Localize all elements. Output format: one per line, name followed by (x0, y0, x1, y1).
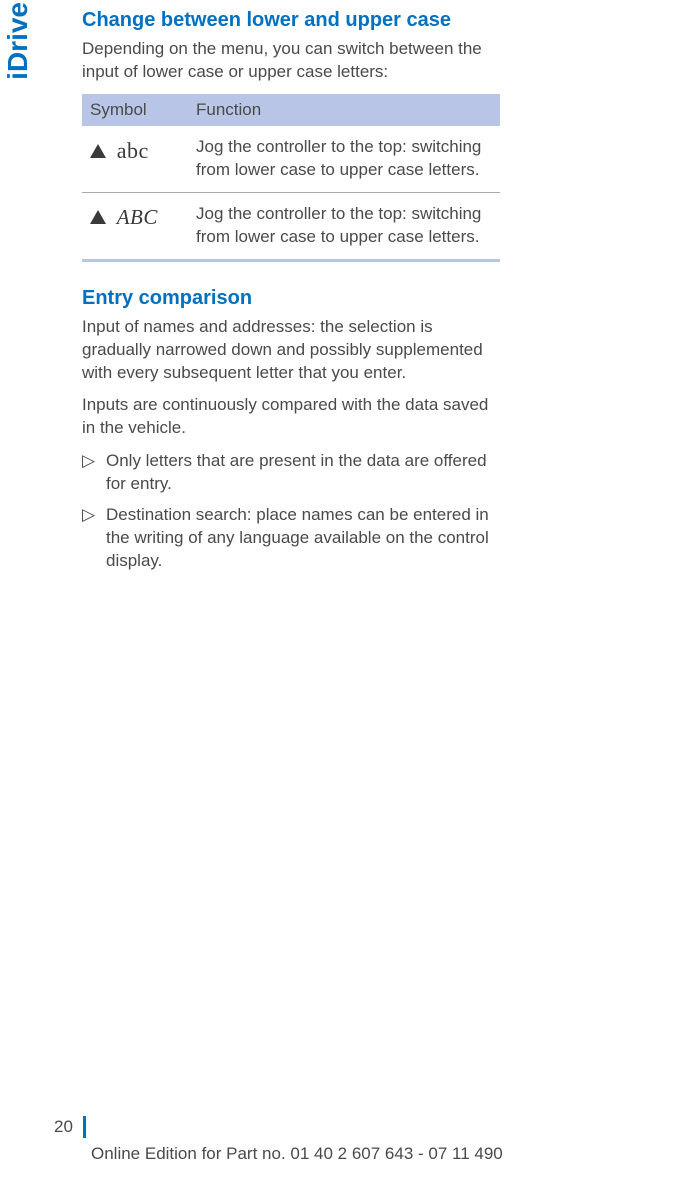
table-header-row: Symbol Function (82, 94, 500, 126)
function-cell: Jog the controller to the top: switching… (188, 192, 500, 260)
footer-divider (83, 1116, 86, 1138)
table-header-function: Function (188, 94, 500, 126)
side-section-label: iDrive (0, 0, 36, 82)
table-row: ABC Jog the controller to the top: switc… (82, 192, 500, 260)
entry-comparison-para1: Input of names and addresses: the select… (82, 316, 500, 385)
table-header-symbol: Symbol (82, 94, 188, 126)
function-cell: Jog the controller to the top: switching… (188, 126, 500, 192)
page-footer: 20 Online Edition for Part no. 01 40 2 6… (0, 1116, 682, 1164)
list-item-text: Destination search: place names can be e… (106, 504, 500, 573)
bullet-marker-icon: ▷ (82, 450, 106, 496)
intro-change-case: Depending on the menu, you can switch be… (82, 38, 500, 84)
footer-edition-text: Online Edition for Part no. 01 40 2 607 … (54, 1144, 682, 1164)
page-number: 20 (54, 1117, 73, 1137)
abc-upper-label: ABC (117, 205, 158, 229)
main-content: Change between lower and upper case Depe… (0, 0, 530, 573)
symbol-function-table: Symbol Function abc Jog the controller t… (82, 94, 500, 262)
symbol-cell-abc-lower: abc (82, 126, 188, 192)
bullet-marker-icon: ▷ (82, 504, 106, 573)
heading-entry-comparison: Entry comparison (82, 286, 500, 310)
list-item: ▷ Destination search: place names can be… (82, 504, 500, 573)
triangle-up-icon (90, 210, 106, 224)
entry-comparison-list: ▷ Only letters that are present in the d… (82, 450, 500, 573)
symbol-cell-abc-upper: ABC (82, 192, 188, 260)
list-item: ▷ Only letters that are present in the d… (82, 450, 500, 496)
entry-comparison-para2: Inputs are continuously compared with th… (82, 394, 500, 440)
abc-lower-label: abc (117, 138, 149, 163)
table-row: abc Jog the controller to the top: switc… (82, 126, 500, 192)
list-item-text: Only letters that are present in the dat… (106, 450, 500, 496)
heading-change-case: Change between lower and upper case (82, 8, 500, 32)
triangle-up-icon (90, 144, 106, 158)
